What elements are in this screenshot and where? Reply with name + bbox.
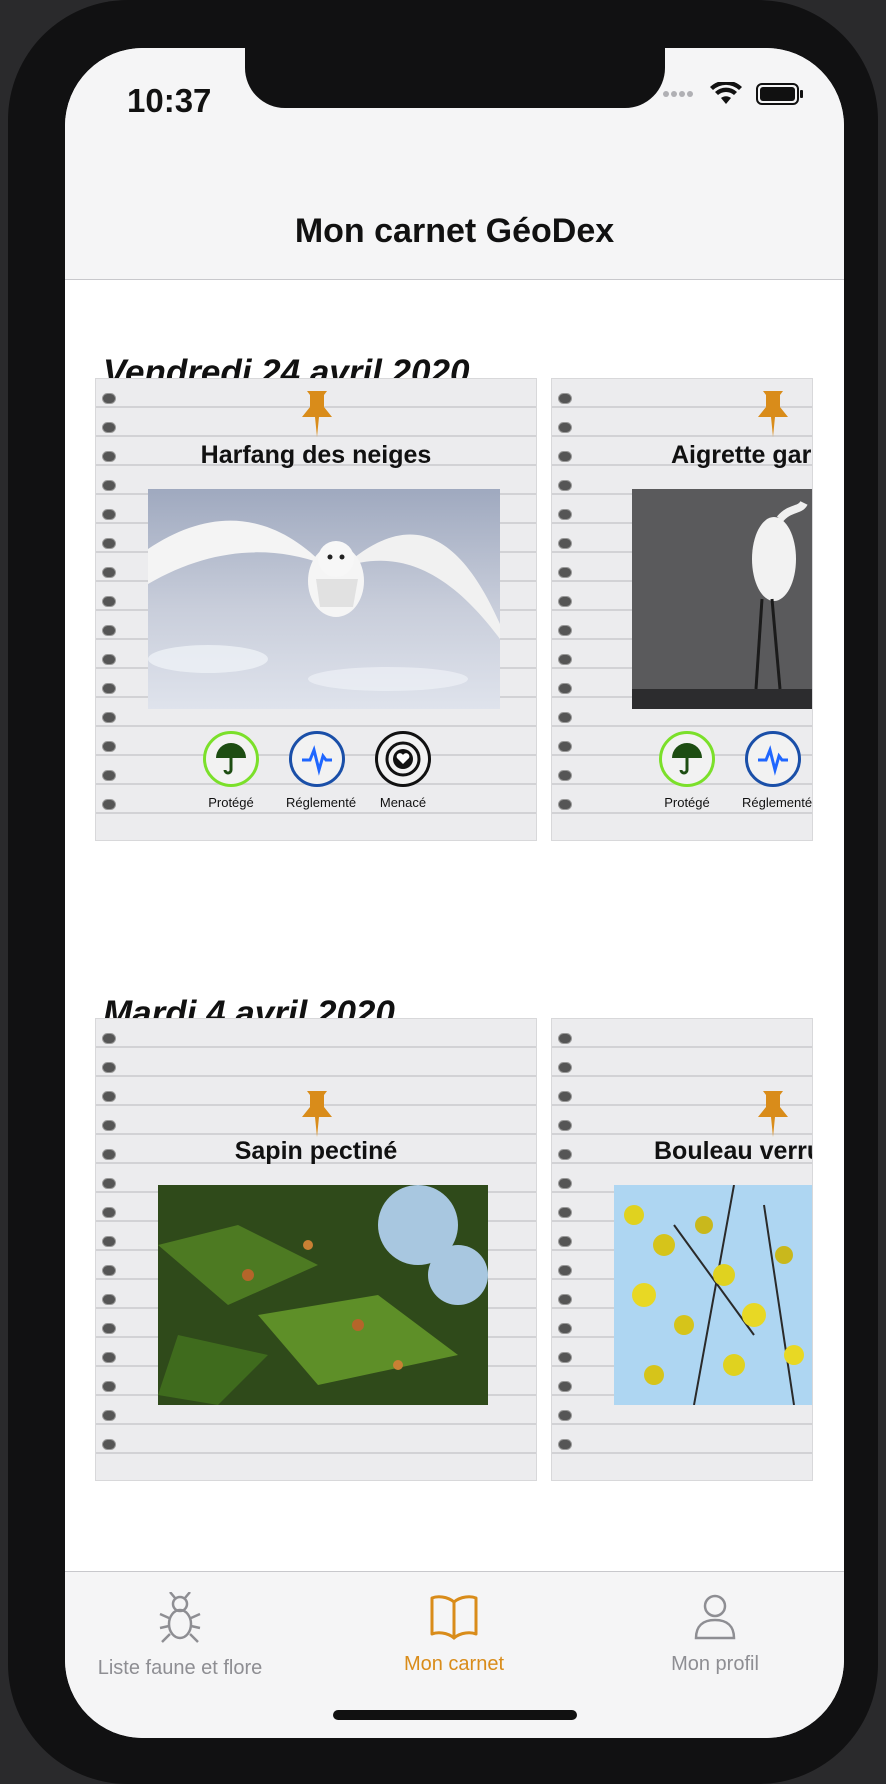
heartbeat-icon xyxy=(302,745,332,776)
regulated-badge: Réglementé xyxy=(742,731,812,810)
home-indicator[interactable] xyxy=(332,1710,577,1720)
species-card[interactable]: Bouleau verru xyxy=(551,1018,813,1481)
pin-icon xyxy=(302,1091,332,1137)
species-name: Bouleau verru xyxy=(654,1137,813,1165)
notebook-spiral xyxy=(558,1033,572,1468)
screen: 10:37 Mon carnet GéoDex Vendredi 24 avri… xyxy=(65,48,844,1738)
tab-label: Mon carnet xyxy=(403,1653,505,1675)
battery-icon xyxy=(756,83,803,105)
notebook-spiral xyxy=(102,1033,116,1468)
notch xyxy=(245,48,665,108)
threatened-badge: Menacé xyxy=(372,731,434,810)
navigation-bar: Mon carnet GéoDex xyxy=(65,128,844,280)
pin-icon xyxy=(758,1091,788,1137)
species-card[interactable]: Harfang des neiges Protégé Réglementé Me… xyxy=(95,378,537,841)
book-icon xyxy=(430,1595,478,1640)
notebook-spiral xyxy=(558,393,572,828)
protected-badge: Protégé xyxy=(200,731,262,810)
tab-mon-carnet[interactable]: Mon carnet xyxy=(324,1592,584,1676)
person-icon xyxy=(694,1594,736,1640)
regulated-badge: Réglementé xyxy=(286,731,356,810)
tab-liste-faune-flore[interactable]: Liste faune et flore xyxy=(65,1591,310,1680)
species-photo xyxy=(148,489,500,709)
device-frame: 10:37 Mon carnet GéoDex Vendredi 24 avri… xyxy=(8,0,878,1784)
status-icons xyxy=(662,82,804,106)
tab-mon-profil[interactable]: Mon profil xyxy=(585,1592,844,1676)
heartbeat-icon xyxy=(758,745,788,776)
species-photo xyxy=(614,1185,812,1405)
species-photo xyxy=(632,489,812,709)
species-card[interactable]: Sapin pectiné xyxy=(95,1018,537,1481)
tab-bar: Liste faune et flore Mon carnet Mon prof… xyxy=(65,1571,844,1738)
species-name: Sapin pectiné xyxy=(234,1137,398,1165)
bug-icon xyxy=(159,1591,201,1643)
tab-label: Liste faune et flore xyxy=(97,1657,263,1679)
page-title: Mon carnet GéoDex xyxy=(294,212,615,250)
species-card[interactable]: Aigrette gar Protégé Réglementé xyxy=(551,378,813,841)
protected-badge: Protégé xyxy=(656,731,718,810)
umbrella-icon xyxy=(672,743,702,775)
status-badges: Protégé Réglementé xyxy=(200,731,434,810)
species-name: Harfang des neiges xyxy=(200,441,432,469)
target-heart-icon xyxy=(385,741,421,777)
tab-label: Mon profil xyxy=(671,1653,759,1675)
umbrella-icon xyxy=(216,743,246,775)
species-name: Aigrette gar xyxy=(671,441,812,469)
cellular-signal-icon xyxy=(663,91,693,97)
wifi-icon xyxy=(710,82,742,104)
species-photo xyxy=(158,1185,488,1405)
status-time: 10:37 xyxy=(127,82,212,119)
status-badges: Protégé Réglementé xyxy=(656,731,812,810)
pin-icon xyxy=(302,391,332,437)
pin-icon xyxy=(758,391,788,437)
